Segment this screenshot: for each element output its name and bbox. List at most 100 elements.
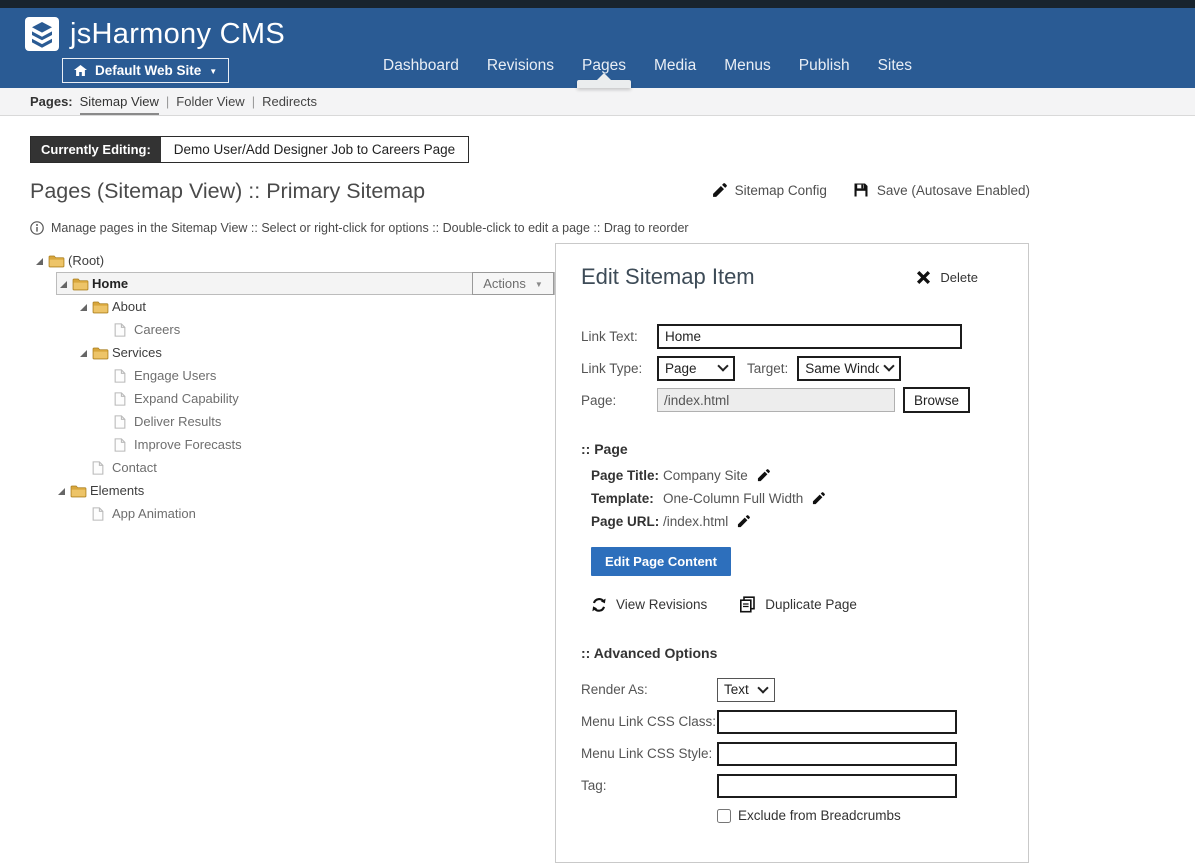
tree-node-label: Improve Forecasts (134, 437, 242, 452)
duplicate-pages-icon (739, 596, 756, 613)
render-as-select-wrap: Text (717, 678, 775, 702)
currently-editing-banner: Currently Editing: Demo User/Add Designe… (30, 136, 469, 163)
page-icon (114, 323, 134, 337)
tree-expander-icon[interactable] (56, 486, 70, 496)
edit-page-content-button[interactable]: Edit Page Content (591, 547, 731, 576)
tree-node-label: App Animation (112, 506, 196, 521)
delete-label: Delete (940, 270, 978, 285)
folder-icon (72, 277, 92, 291)
exclude-breadcrumbs-label: Exclude from Breadcrumbs (738, 808, 901, 823)
tree-node-deliver-results[interactable]: Deliver Results (30, 410, 555, 433)
view-revisions-link[interactable]: View Revisions (591, 596, 707, 613)
info-icon (30, 221, 44, 235)
edit-template-pencil-icon[interactable] (812, 492, 825, 505)
top-navbar: jsHarmony CMS Default Web Site ▼ Dashboa… (0, 8, 1195, 88)
page-icon (114, 438, 134, 452)
tree-node-home[interactable]: HomeActions▼ (30, 272, 555, 295)
nav-item-pages[interactable]: Pages (582, 57, 626, 75)
edit-page-url-pencil-icon[interactable] (737, 515, 750, 528)
actions-label: Actions (483, 276, 526, 291)
tree-node-engage-users[interactable]: Engage Users (30, 364, 555, 387)
target-select[interactable]: Same Window (797, 356, 901, 381)
duplicate-page-link[interactable]: Duplicate Page (739, 596, 857, 613)
breadcrumb-prefix: Pages: (30, 94, 73, 109)
advanced-options-heading: :: Advanced Options (581, 645, 1004, 661)
nav-item-menus[interactable]: Menus (724, 57, 771, 75)
template-field-label: Template: (591, 491, 663, 506)
nav-item-revisions[interactable]: Revisions (487, 57, 554, 75)
nav-item-label: Media (654, 57, 696, 74)
page-field-label: Page: (581, 393, 657, 408)
breadcrumb-link-redirects[interactable]: Redirects (262, 94, 317, 109)
tree-node-elements[interactable]: Elements (30, 479, 555, 502)
actions-dropdown-button[interactable]: Actions ▼ (472, 272, 554, 295)
tree-node-services[interactable]: Services (30, 341, 555, 364)
page-icon (114, 415, 134, 429)
breadcrumb-link-sitemap-view[interactable]: Sitemap View (80, 94, 159, 109)
page-icon (92, 461, 112, 475)
save-button[interactable]: Save (Autosave Enabled) (853, 182, 1030, 198)
tree-node-label: Services (112, 345, 162, 360)
target-select-wrap: Same Window (797, 356, 901, 381)
tree-expander-icon[interactable] (78, 348, 92, 358)
delete-x-icon (916, 270, 931, 285)
tree-node-app-animation[interactable]: App Animation (30, 502, 555, 525)
css-style-label: Menu Link CSS Style: (581, 746, 717, 761)
brand[interactable]: jsHarmony CMS (25, 17, 285, 51)
nav-item-media[interactable]: Media (654, 57, 696, 75)
tree-node-label: Careers (134, 322, 180, 337)
tag-input[interactable] (717, 774, 957, 798)
tree-expander-icon[interactable] (78, 302, 92, 312)
link-type-label: Link Type: (581, 361, 657, 376)
render-as-label: Render As: (581, 682, 717, 697)
link-type-select-wrap: Page (657, 356, 735, 381)
duplicate-page-label: Duplicate Page (765, 597, 857, 612)
view-revisions-label: View Revisions (616, 597, 707, 612)
info-line: Manage pages in the Sitemap View :: Sele… (30, 221, 1195, 235)
site-selector-dropdown[interactable]: Default Web Site ▼ (62, 58, 229, 83)
edit-page-title-pencil-icon[interactable] (757, 469, 770, 482)
chevron-down-icon: ▼ (535, 280, 543, 289)
panel-title: Edit Sitemap Item (581, 264, 755, 290)
nav-item-label: Dashboard (383, 57, 459, 74)
folder-icon (48, 254, 68, 268)
tree-node-expand-capability[interactable]: Expand Capability (30, 387, 555, 410)
tree-node-label: Engage Users (134, 368, 216, 383)
currently-editing-label: Currently Editing: (31, 137, 161, 162)
tree-node-label: Expand Capability (134, 391, 239, 406)
page-url-field-label: Page URL: (591, 514, 663, 529)
tree-node-about[interactable]: About (30, 295, 555, 318)
link-text-input[interactable] (657, 324, 962, 349)
tree-node-label: Elements (90, 483, 144, 498)
folder-icon (92, 346, 112, 360)
tree-expander-icon[interactable] (58, 279, 72, 289)
nav-item-label: Publish (799, 57, 850, 74)
jsharmony-logo-icon (25, 17, 59, 51)
page-path-input[interactable] (657, 388, 895, 412)
menu-link-css-class-input[interactable] (717, 710, 957, 734)
browse-button[interactable]: Browse (903, 387, 970, 413)
tree-node-label: (Root) (68, 253, 104, 268)
breadcrumb-link-folder-view[interactable]: Folder View (176, 94, 244, 109)
info-text: Manage pages in the Sitemap View :: Sele… (51, 221, 689, 235)
sitemap-config-button[interactable]: Sitemap Config (712, 183, 827, 198)
nav-item-dashboard[interactable]: Dashboard (383, 57, 459, 75)
link-type-select[interactable]: Page (657, 356, 735, 381)
page-icon (114, 392, 134, 406)
nav-item-label: Menus (724, 57, 771, 74)
nav-item-sites[interactable]: Sites (878, 57, 912, 75)
render-as-select[interactable]: Text (717, 678, 775, 702)
tree-node-label: About (112, 299, 146, 314)
exclude-breadcrumbs-checkbox[interactable] (717, 809, 731, 823)
delete-button[interactable]: Delete (916, 270, 978, 285)
nav-item-publish[interactable]: Publish (799, 57, 850, 75)
tree-node-improve-forecasts[interactable]: Improve Forecasts (30, 433, 555, 456)
tree-node-contact[interactable]: Contact (30, 456, 555, 479)
tree-node-careers[interactable]: Careers (30, 318, 555, 341)
nav-item-label: Revisions (487, 57, 554, 74)
menu-link-css-style-input[interactable] (717, 742, 957, 766)
template-value: One-Column Full Width (663, 491, 803, 506)
tree-expander-icon[interactable] (34, 256, 48, 266)
tree-node--root-[interactable]: (Root) (30, 249, 555, 272)
main-nav: Dashboard Revisions Pages Media Menus Publish… (383, 57, 912, 75)
